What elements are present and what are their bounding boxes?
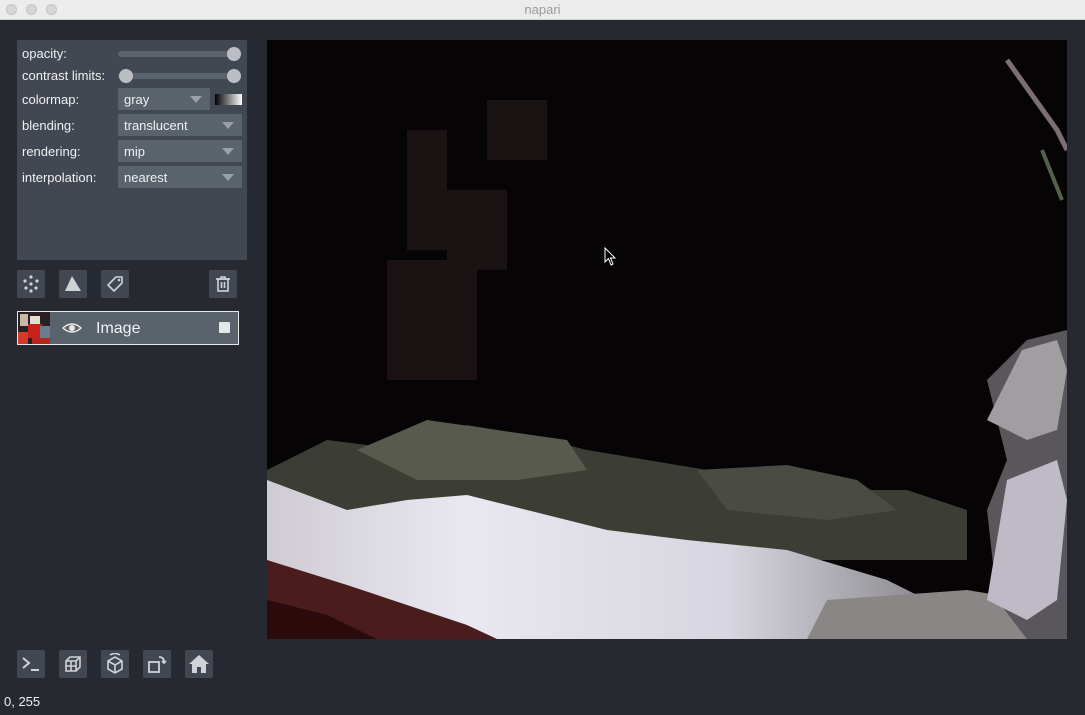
opacity-row: opacity:	[17, 42, 247, 64]
interpolation-label: interpolation:	[22, 170, 97, 185]
mouse-cursor-icon	[604, 247, 617, 266]
colormap-value: gray	[124, 92, 150, 107]
contrast-limits-min-handle[interactable]	[119, 69, 133, 83]
transpose-icon	[148, 656, 167, 673]
colormap-label: colormap:	[22, 92, 80, 107]
colormap-preview	[215, 94, 242, 105]
title-bar: napari	[0, 0, 1085, 20]
layer-name[interactable]: Image	[96, 320, 140, 338]
blending-label: blending:	[22, 118, 75, 133]
contrast-limits-max-handle[interactable]	[227, 69, 241, 83]
colormap-dropdown[interactable]: gray	[118, 88, 210, 110]
interpolation-row: interpolation: nearest	[17, 166, 247, 188]
layer-controls-panel: opacity: contrast limits: colormap: gray…	[17, 40, 247, 260]
contrast-limits-row: contrast limits:	[17, 64, 247, 86]
console-icon	[22, 657, 39, 671]
home-button[interactable]	[185, 650, 213, 678]
chevron-down-icon	[222, 174, 234, 181]
image-layer-render	[267, 40, 1067, 639]
delete-layer-button[interactable]	[209, 270, 237, 298]
home-icon	[189, 655, 209, 673]
blending-row: blending: translucent	[17, 114, 247, 136]
ndisplay-button[interactable]	[59, 650, 87, 678]
console-button[interactable]	[17, 650, 45, 678]
new-labels-layer-button[interactable]	[101, 270, 129, 298]
interpolation-value: nearest	[124, 170, 168, 185]
contrast-limits-label: contrast limits:	[22, 68, 106, 83]
opacity-label: opacity:	[22, 46, 67, 61]
rendering-value: mip	[124, 144, 145, 159]
blending-dropdown[interactable]: translucent	[118, 114, 242, 136]
rendering-label: rendering:	[22, 144, 81, 159]
viewer-canvas[interactable]	[267, 40, 1067, 639]
layer-thumbnail	[18, 312, 50, 344]
new-shapes-icon	[65, 276, 81, 291]
transpose-button[interactable]	[143, 650, 171, 678]
contrast-limits-slider[interactable]	[118, 69, 241, 83]
rendering-row: rendering: mip	[17, 140, 247, 162]
chevron-down-icon	[190, 96, 202, 103]
visibility-eye-icon[interactable]	[62, 320, 82, 336]
chevron-down-icon	[222, 148, 234, 155]
blending-value: translucent	[124, 118, 188, 133]
status-bar-text: 0, 255	[4, 694, 41, 709]
interpolation-dropdown[interactable]: nearest	[118, 166, 242, 188]
roll-dims-icon	[107, 653, 123, 674]
opacity-slider-handle[interactable]	[227, 47, 241, 61]
opacity-slider[interactable]	[118, 47, 241, 61]
delete-layer-icon	[216, 276, 230, 292]
new-points-icon	[23, 275, 39, 293]
rendering-dropdown[interactable]: mip	[118, 140, 242, 162]
layer-list-item[interactable]: Image	[17, 311, 239, 345]
new-points-layer-button[interactable]	[17, 270, 45, 298]
ndisplay-icon	[65, 656, 81, 672]
layer-select-checkbox[interactable]	[219, 322, 230, 333]
window-title: napari	[524, 2, 561, 17]
chevron-down-icon	[222, 122, 234, 129]
new-labels-icon	[107, 276, 123, 292]
roll-dims-button[interactable]	[101, 650, 129, 678]
new-shapes-layer-button[interactable]	[59, 270, 87, 298]
colormap-row: colormap: gray	[17, 88, 247, 110]
